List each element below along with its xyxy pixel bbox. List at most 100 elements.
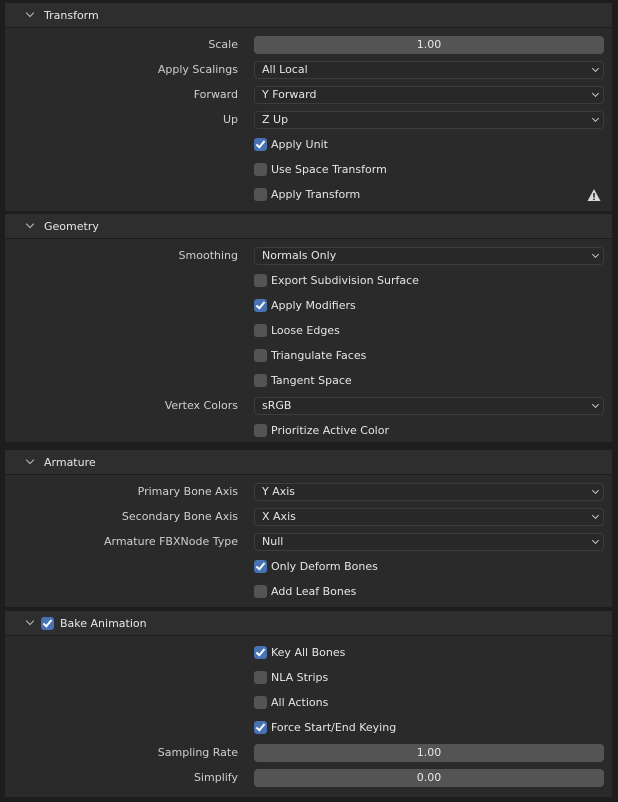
primary-bone-axis-value: Y Axis — [262, 485, 296, 498]
transform-header[interactable]: Transform — [5, 3, 612, 27]
apply-modifiers-label[interactable]: Apply Modifiers — [271, 299, 356, 313]
add-leaf-bones-label[interactable]: Add Leaf Bones — [271, 585, 356, 599]
chevron-down-icon — [591, 536, 600, 545]
triangulate-faces-row: Triangulate Faces — [5, 346, 612, 366]
only-deform-bones-row: Only Deform Bones — [5, 557, 612, 577]
triangulate-faces-label[interactable]: Triangulate Faces — [271, 349, 366, 363]
smoothing-row: Smoothing Normals Only — [5, 246, 612, 266]
chevron-down-icon — [591, 114, 600, 123]
vertex-colors-label: Vertex Colors — [164, 399, 238, 412]
force-keying-checkbox[interactable] — [254, 721, 267, 734]
chevron-down-icon — [26, 10, 36, 20]
armature-header[interactable]: Armature — [5, 450, 612, 474]
prioritize-active-color-checkbox[interactable] — [254, 424, 267, 437]
secondary-bone-axis-row: Secondary Bone Axis X Axis — [5, 507, 612, 527]
key-all-bones-label[interactable]: Key All Bones — [271, 646, 345, 660]
vertex-colors-dropdown[interactable]: sRGB — [254, 397, 604, 415]
simplify-row: Simplify 0.00 — [5, 768, 612, 788]
apply-scalings-dropdown[interactable]: All Local — [254, 61, 604, 79]
prioritize-active-color-row: Prioritize Active Color — [5, 421, 612, 441]
smoothing-value: Normals Only — [262, 249, 337, 262]
apply-transform-row: Apply Transform — [5, 185, 612, 205]
loose-edges-row: Loose Edges — [5, 321, 612, 341]
use-space-transform-label[interactable]: Use Space Transform — [271, 163, 387, 177]
bake-animation-checkbox[interactable] — [41, 616, 54, 630]
only-deform-bones-label[interactable]: Only Deform Bones — [271, 560, 378, 574]
geometry-title: Geometry — [44, 219, 99, 233]
apply-modifiers-checkbox[interactable] — [254, 299, 267, 312]
add-leaf-bones-row: Add Leaf Bones — [5, 582, 612, 602]
bake-animation-title: Bake Animation — [60, 616, 147, 630]
loose-edges-checkbox[interactable] — [254, 324, 267, 337]
chevron-down-icon — [591, 250, 600, 259]
forward-label: Forward — [193, 88, 238, 101]
simplify-label: Simplify — [193, 771, 238, 784]
scrollbar-track[interactable] — [612, 0, 618, 802]
tangent-space-checkbox[interactable] — [254, 374, 267, 387]
geometry-header[interactable]: Geometry — [5, 214, 612, 238]
chevron-down-icon — [591, 400, 600, 409]
simplify-field[interactable]: 0.00 — [254, 769, 604, 787]
use-space-transform-row: Use Space Transform — [5, 160, 612, 180]
up-value: Z Up — [262, 113, 289, 126]
sampling-rate-label: Sampling Rate — [157, 746, 238, 759]
smoothing-dropdown[interactable]: Normals Only — [254, 247, 604, 265]
prioritize-active-color-label[interactable]: Prioritize Active Color — [271, 424, 389, 438]
apply-scalings-row: Apply Scalings All Local — [5, 60, 612, 80]
triangulate-faces-checkbox[interactable] — [254, 349, 267, 362]
chevron-down-icon — [26, 457, 36, 467]
apply-scalings-value: All Local — [262, 63, 308, 76]
scale-row: Scale 1.00 — [5, 35, 612, 55]
nla-strips-checkbox[interactable] — [254, 671, 267, 684]
vertex-colors-row: Vertex Colors sRGB — [5, 396, 612, 416]
node-type-label: Armature FBXNode Type — [103, 535, 238, 548]
tangent-space-row: Tangent Space — [5, 371, 612, 391]
apply-unit-row: Apply Unit — [5, 135, 612, 155]
nla-strips-row: NLA Strips — [5, 668, 612, 688]
all-actions-checkbox[interactable] — [254, 696, 267, 709]
sampling-rate-field[interactable]: 1.00 — [254, 744, 604, 762]
export-subdivision-checkbox[interactable] — [254, 274, 267, 287]
bake-animation-header[interactable]: Bake Animation — [5, 611, 612, 635]
up-dropdown[interactable]: Z Up — [254, 111, 604, 129]
apply-transform-label[interactable]: Apply Transform — [271, 188, 360, 202]
armature-title: Armature — [44, 455, 96, 469]
export-subdivision-label[interactable]: Export Subdivision Surface — [271, 274, 419, 288]
force-keying-label[interactable]: Force Start/End Keying — [271, 721, 396, 735]
chevron-down-icon — [591, 89, 600, 98]
primary-bone-axis-dropdown[interactable]: Y Axis — [254, 483, 604, 501]
scale-field[interactable]: 1.00 — [254, 36, 604, 54]
warning-icon — [587, 189, 601, 201]
chevron-down-icon — [591, 64, 600, 73]
node-type-dropdown[interactable]: Null — [254, 533, 604, 551]
forward-dropdown[interactable]: Y Forward — [254, 86, 604, 104]
up-label: Up — [222, 113, 238, 126]
key-all-bones-checkbox[interactable] — [254, 646, 267, 659]
nla-strips-label[interactable]: NLA Strips — [271, 671, 328, 685]
loose-edges-label[interactable]: Loose Edges — [271, 324, 340, 338]
forward-row: Forward Y Forward — [5, 85, 612, 105]
tangent-space-label[interactable]: Tangent Space — [271, 374, 352, 388]
chevron-down-icon — [591, 486, 600, 495]
only-deform-bones-checkbox[interactable] — [254, 560, 267, 573]
vertex-colors-value: sRGB — [262, 399, 292, 412]
up-row: Up Z Up — [5, 110, 612, 130]
key-all-bones-row: Key All Bones — [5, 643, 612, 663]
add-leaf-bones-checkbox[interactable] — [254, 585, 267, 598]
chevron-down-icon — [591, 511, 600, 520]
primary-bone-axis-label: Primary Bone Axis — [137, 485, 238, 498]
node-type-row: Armature FBXNode Type Null — [5, 532, 612, 552]
apply-unit-checkbox[interactable] — [254, 138, 267, 151]
chevron-down-icon — [26, 221, 36, 231]
apply-unit-label[interactable]: Apply Unit — [271, 138, 328, 152]
apply-scalings-label: Apply Scalings — [157, 63, 238, 76]
use-space-transform-checkbox[interactable] — [254, 163, 267, 176]
transform-title: Transform — [44, 8, 99, 22]
scale-label: Scale — [208, 38, 238, 51]
apply-transform-checkbox[interactable] — [254, 188, 267, 201]
secondary-bone-axis-value: X Axis — [262, 510, 296, 523]
chevron-down-icon — [26, 618, 36, 628]
all-actions-label[interactable]: All Actions — [271, 696, 328, 710]
secondary-bone-axis-dropdown[interactable]: X Axis — [254, 508, 604, 526]
primary-bone-axis-row: Primary Bone Axis Y Axis — [5, 482, 612, 502]
